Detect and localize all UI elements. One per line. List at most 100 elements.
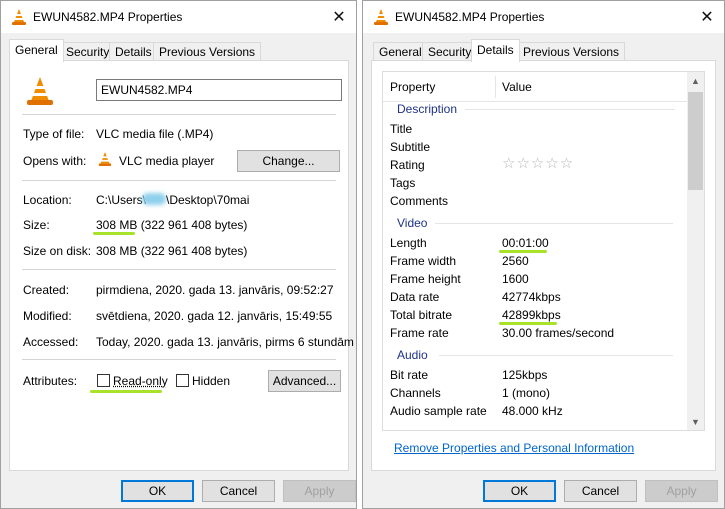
- type-value: VLC media file (.MP4): [96, 127, 214, 141]
- scroll-up-icon[interactable]: ▲: [687, 72, 704, 89]
- tab-general[interactable]: General: [373, 42, 428, 61]
- file-name-input[interactable]: EWUN4582.MP4: [96, 79, 342, 101]
- group-divider: [435, 223, 673, 224]
- vlc-file-icon: [27, 77, 53, 105]
- type-label: Type of file:: [23, 127, 85, 141]
- tab-details[interactable]: Details: [109, 42, 158, 61]
- separator: [22, 359, 336, 360]
- prop-total-bitrate[interactable]: Total bitrate: [390, 308, 452, 322]
- window-title: EWUN4582.MP4 Properties: [33, 10, 183, 24]
- general-panel: EWUN4582.MP4 Type of file: VLC media fil…: [9, 60, 354, 471]
- close-button[interactable]: ✕: [690, 1, 724, 33]
- readonly-label[interactable]: Read-only: [113, 374, 168, 388]
- value-total-bitrate: 42899kbps: [502, 308, 561, 322]
- apply-button: Apply: [283, 480, 356, 502]
- details-panel: Property Value Description Title Subtitl…: [371, 60, 716, 471]
- value-audio-bitrate: 125kbps: [502, 368, 548, 382]
- group-description: Description: [397, 102, 458, 116]
- redacted-username: [142, 193, 166, 205]
- created-label: Created:: [23, 283, 70, 297]
- opens-with-label: Opens with:: [23, 154, 87, 168]
- value-frame-width: 2560: [502, 254, 529, 268]
- size-on-disk-value: 308 MB (322 961 408 bytes): [96, 244, 248, 258]
- size-value: 308 MB (322 961 408 bytes): [96, 218, 248, 232]
- properties-window-general: EWUN4582.MP4 Properties ✕ General Securi…: [0, 0, 357, 509]
- prop-tags[interactable]: Tags: [390, 176, 415, 190]
- tab-general[interactable]: General: [9, 39, 64, 62]
- vlc-small-icon: [98, 152, 112, 166]
- tab-details[interactable]: Details: [471, 39, 520, 62]
- created-value: pirmdiena, 2020. gada 13. janvāris, 09:5…: [96, 283, 334, 297]
- tab-previous-versions[interactable]: Previous Versions: [153, 42, 262, 61]
- separator: [22, 114, 336, 115]
- highlight-underline: [499, 250, 547, 253]
- change-button[interactable]: Change...: [237, 150, 340, 172]
- prop-comments[interactable]: Comments: [390, 194, 448, 208]
- size-on-disk-label: Size on disk:: [23, 244, 92, 258]
- prop-subtitle[interactable]: Subtitle: [390, 140, 430, 154]
- rating-stars[interactable]: ☆☆☆☆☆: [502, 154, 574, 172]
- prop-data-rate[interactable]: Data rate: [390, 290, 439, 304]
- highlight-underline: [90, 390, 162, 393]
- column-divider[interactable]: [495, 76, 496, 98]
- scrollbar-thumb[interactable]: [688, 92, 703, 190]
- close-icon: ✕: [332, 9, 346, 26]
- prop-audio-bitrate[interactable]: Bit rate: [390, 368, 428, 382]
- vertical-scrollbar[interactable]: ▲ ▼: [687, 72, 704, 430]
- vlc-cone-icon: [374, 9, 388, 25]
- prop-sample-rate[interactable]: Audio sample rate: [390, 404, 487, 418]
- tab-security[interactable]: Security: [422, 42, 478, 61]
- ok-button[interactable]: OK: [483, 480, 556, 502]
- ok-button[interactable]: OK: [121, 480, 194, 502]
- readonly-checkbox[interactable]: [97, 374, 110, 387]
- prop-title[interactable]: Title: [390, 122, 412, 136]
- cancel-button[interactable]: Cancel: [564, 480, 637, 502]
- accessed-value: Today, 2020. gada 13. janvāris, pirms 6 …: [96, 335, 354, 349]
- cancel-button[interactable]: Cancel: [202, 480, 275, 502]
- prop-rating[interactable]: Rating: [390, 158, 425, 172]
- property-list[interactable]: Property Value Description Title Subtitl…: [382, 71, 705, 431]
- hidden-label[interactable]: Hidden: [192, 374, 230, 388]
- separator: [22, 269, 336, 270]
- accessed-label: Accessed:: [23, 335, 79, 349]
- value-frame-height: 1600: [502, 272, 529, 286]
- location-suffix: \Desktop\70mai: [166, 193, 250, 207]
- prop-channels[interactable]: Channels: [390, 386, 441, 400]
- highlight-underline: [499, 322, 557, 325]
- apply-button: Apply: [645, 480, 718, 502]
- prop-length[interactable]: Length: [390, 236, 427, 250]
- list-header: Property Value: [383, 72, 687, 102]
- group-video: Video: [397, 216, 428, 230]
- scroll-down-icon[interactable]: ▼: [687, 413, 704, 430]
- column-property[interactable]: Property: [390, 80, 435, 94]
- group-divider: [439, 355, 673, 356]
- value-channels: 1 (mono): [502, 386, 551, 400]
- hidden-checkbox[interactable]: [176, 374, 189, 387]
- window-title: EWUN4582.MP4 Properties: [395, 10, 545, 24]
- separator: [22, 180, 336, 181]
- location-prefix: C:\Users\: [96, 193, 147, 207]
- group-audio: Audio: [397, 348, 428, 362]
- close-button[interactable]: ✕: [322, 1, 356, 33]
- prop-frame-width[interactable]: Frame width: [390, 254, 456, 268]
- value-length: 00:01:00: [502, 236, 549, 250]
- vlc-cone-icon: [12, 9, 26, 25]
- close-icon: ✕: [700, 9, 714, 26]
- opens-with-value: VLC media player: [119, 154, 215, 168]
- location-label: Location:: [23, 193, 72, 207]
- remove-properties-link[interactable]: Remove Properties and Personal Informati…: [394, 441, 634, 455]
- modified-value: svētdiena, 2020. gada 12. janvāris, 15:4…: [96, 309, 333, 323]
- attributes-label: Attributes:: [23, 374, 78, 388]
- group-divider: [465, 109, 675, 110]
- title-bar: EWUN4582.MP4 Properties ✕: [1, 1, 356, 33]
- advanced-button[interactable]: Advanced...: [268, 370, 341, 392]
- tab-previous-versions[interactable]: Previous Versions: [517, 42, 626, 61]
- value-sample-rate: 48.000 kHz: [502, 404, 563, 418]
- properties-window-details: EWUN4582.MP4 Properties ✕ General Securi…: [362, 0, 725, 509]
- title-bar: EWUN4582.MP4 Properties ✕: [363, 1, 724, 33]
- prop-frame-rate[interactable]: Frame rate: [390, 326, 449, 340]
- size-label: Size:: [23, 218, 50, 232]
- column-value[interactable]: Value: [502, 80, 532, 94]
- tab-security[interactable]: Security: [60, 42, 116, 61]
- prop-frame-height[interactable]: Frame height: [390, 272, 461, 286]
